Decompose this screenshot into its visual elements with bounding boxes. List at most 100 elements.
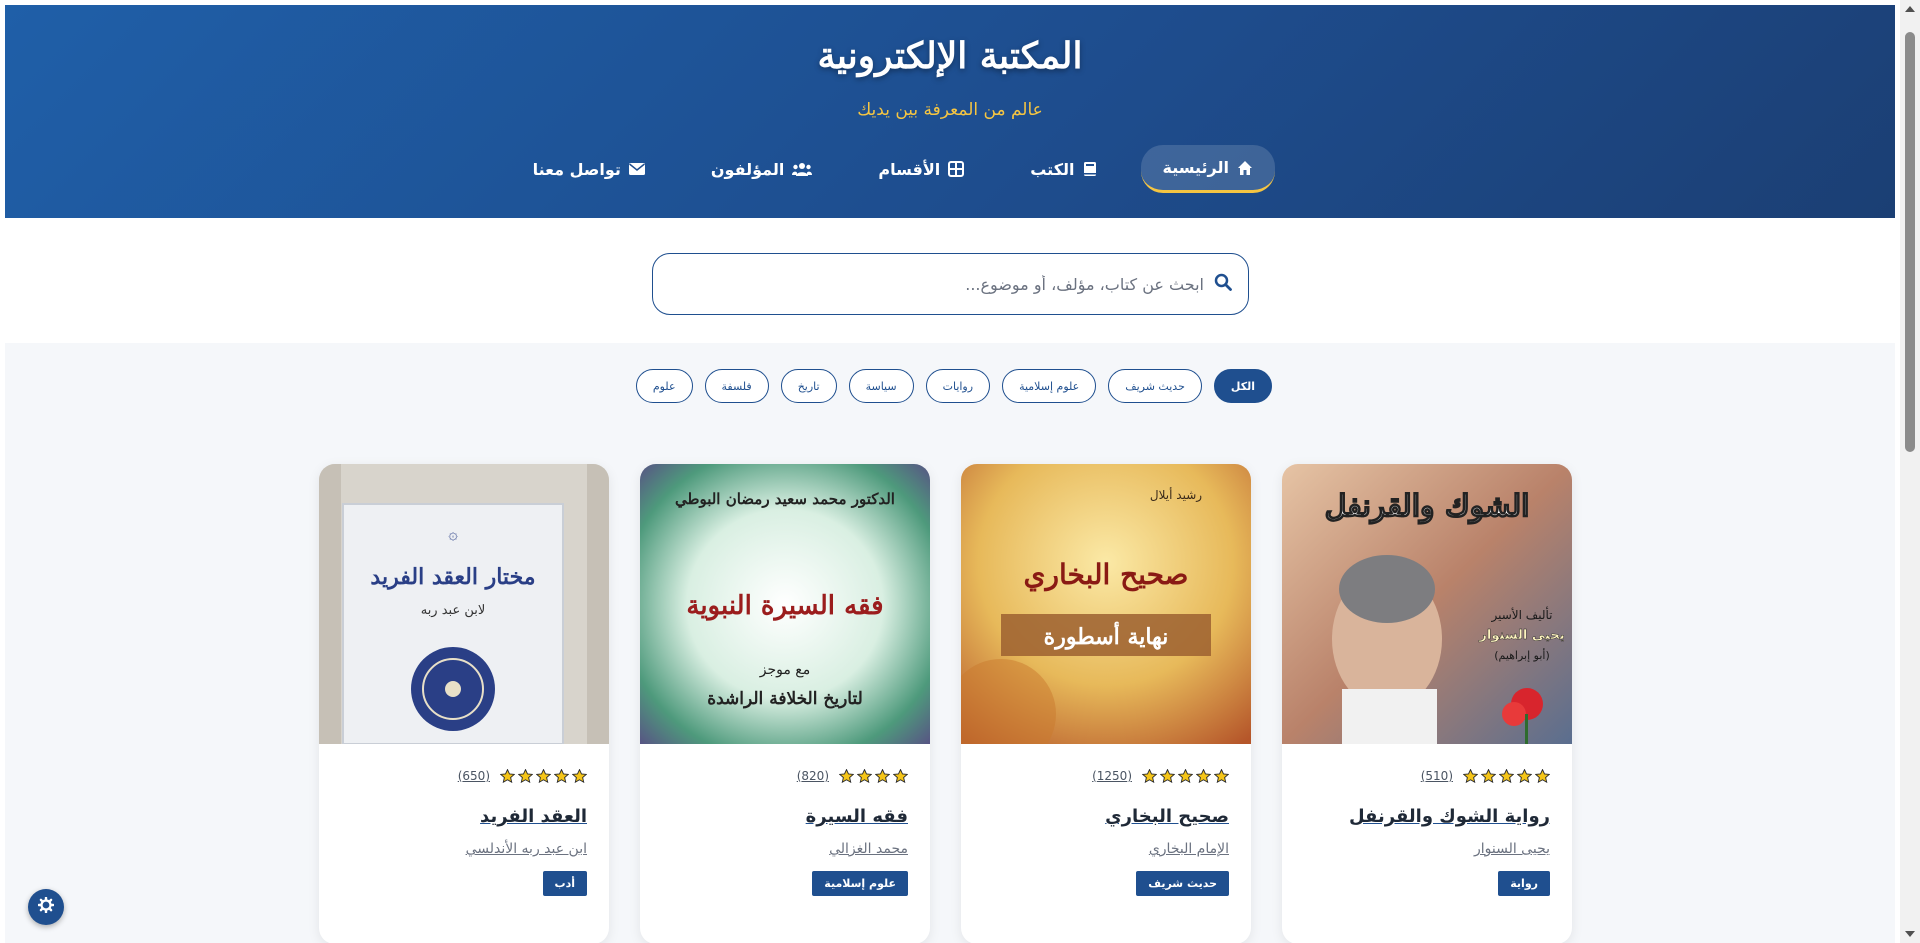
filter-chip-hadith[interactable]: حديث شريف <box>1108 369 1202 403</box>
book-card-body: (650) العقد الفريد ابن عبد ربه الأندلسي … <box>319 744 609 896</box>
book-author[interactable]: محمد الغزالي <box>662 841 908 857</box>
category-tag[interactable]: علوم إسلامية <box>812 871 908 896</box>
star-icon <box>1142 769 1157 783</box>
users-icon <box>792 162 813 176</box>
cover-line2: نهاية أسطورة <box>1044 621 1169 650</box>
book-cover[interactable]: رشيد أيلال صحيح البخاري نهاية أسطورة <box>961 464 1251 744</box>
book-cover[interactable]: الشوك والقرنفل تأليف الأسير يحيى السنوار… <box>1282 464 1572 744</box>
star-icon <box>554 769 569 783</box>
book-card[interactable]: الشوك والقرنفل تأليف الأسير يحيى السنوار… <box>1282 464 1572 943</box>
cover-heading: فقه السيرة النبوية <box>686 591 883 621</box>
nav-label-books: الكتب <box>1030 159 1075 179</box>
category-filters: الكل حديث شريف علوم إسلامية روايات سياسة… <box>635 369 1272 403</box>
star-icon <box>893 769 908 783</box>
home-icon <box>1237 160 1253 176</box>
book-card[interactable]: ۞ مختار العقد الفريد لابن عبد ربه (650) … <box>319 464 609 943</box>
rating: (1250) <box>983 766 1229 786</box>
search-input[interactable] <box>669 274 1214 294</box>
book-grid: الشوك والقرنفل تأليف الأسير يحيى السنوار… <box>319 464 1572 943</box>
filter-chip-novels[interactable]: روايات <box>925 369 991 403</box>
filter-chip-islamic-sciences[interactable]: علوم إسلامية <box>1002 369 1097 403</box>
cover-line2: يحيى السنوار <box>1478 628 1564 643</box>
star-rating <box>500 769 587 783</box>
cover-heading: الشوك والقرنفل <box>1325 489 1530 524</box>
nav-label-authors: المؤلفون <box>710 159 785 179</box>
main-nav: الرئيسية الكتب الأقسام المؤلفون تواصل مع… <box>511 145 1275 193</box>
star-icon <box>500 769 515 783</box>
vertical-scrollbar[interactable] <box>1900 0 1920 943</box>
category-tag[interactable]: رواية <box>1498 871 1550 896</box>
cover-line3: لتاريخ الخلافة الراشدة <box>707 689 863 709</box>
settings-button[interactable] <box>28 889 64 925</box>
book-title[interactable]: فقه السيرة <box>662 806 908 827</box>
book-author[interactable]: ابن عبد ربه الأندلسي <box>341 841 587 857</box>
nav-label-home: الرئيسية <box>1162 158 1230 177</box>
scroll-down-arrow[interactable] <box>1905 931 1915 937</box>
nav-item-home[interactable]: الرئيسية <box>1140 145 1275 193</box>
book-card-body: (820) فقه السيرة محمد الغزالي علوم إسلام… <box>640 744 930 896</box>
scroll-thumb[interactable] <box>1905 32 1915 452</box>
cover-heading: صحيح البخاري <box>1024 558 1189 592</box>
svg-text:۞: ۞ <box>448 524 458 543</box>
filter-chip-philosophy[interactable]: فلسفة <box>704 369 769 403</box>
nav-label-categories: الأقسام <box>878 159 941 179</box>
book-author[interactable]: يحيى السنوار <box>1304 841 1550 857</box>
category-tag[interactable]: أدب <box>542 871 587 896</box>
cover-line2: مع موجز <box>759 662 811 678</box>
star-icon <box>1463 769 1478 783</box>
rating-count[interactable]: (820) <box>797 769 829 783</box>
star-rating <box>839 769 908 783</box>
rating-count[interactable]: (1250) <box>1092 769 1132 783</box>
filter-chip-sciences[interactable]: علوم <box>635 369 693 403</box>
nav-item-categories[interactable]: الأقسام <box>856 145 986 193</box>
star-icon <box>1214 769 1229 783</box>
book-cover[interactable]: ۞ مختار العقد الفريد لابن عبد ربه <box>319 464 609 744</box>
page-frame: المكتبة الإلكترونية عالم من المعرفة بين … <box>5 5 1895 943</box>
cover-line1: لابن عبد ربه <box>421 603 486 618</box>
book-card[interactable]: الدكتور محمد سعيد رمضان البوطي فقه السير… <box>640 464 930 943</box>
nav-item-authors[interactable]: المؤلفون <box>689 145 834 193</box>
filter-chip-history[interactable]: تاريخ <box>780 369 837 403</box>
scroll-up-arrow[interactable] <box>1905 6 1915 12</box>
nav-item-books[interactable]: الكتب <box>1008 145 1118 193</box>
filter-chip-politics[interactable]: سياسة <box>848 369 914 403</box>
rating: (510) <box>1304 766 1550 786</box>
site-header: المكتبة الإلكترونية عالم من المعرفة بين … <box>5 5 1895 218</box>
category-tag[interactable]: حديث شريف <box>1136 871 1229 896</box>
star-icon <box>839 769 854 783</box>
star-icon <box>1535 769 1550 783</box>
cover-heading: مختار العقد الفريد <box>370 564 535 590</box>
search-icon[interactable] <box>1214 273 1232 295</box>
book-author[interactable]: الإمام البخاري <box>983 841 1229 857</box>
book-title[interactable]: صحيح البخاري <box>983 806 1229 827</box>
book-title[interactable]: رواية الشوك والقرنفل <box>1304 806 1550 827</box>
cover-line1: تأليف الأسير <box>1491 606 1553 623</box>
rating: (820) <box>662 766 908 786</box>
star-icon <box>572 769 587 783</box>
book-cover[interactable]: الدكتور محمد سعيد رمضان البوطي فقه السير… <box>640 464 930 744</box>
rating-count[interactable]: (510) <box>1421 769 1453 783</box>
star-icon <box>1196 769 1211 783</box>
star-icon <box>518 769 533 783</box>
star-icon <box>1499 769 1514 783</box>
star-icon <box>1160 769 1175 783</box>
star-icon <box>536 769 551 783</box>
book-card[interactable]: رشيد أيلال صحيح البخاري نهاية أسطورة (12… <box>961 464 1251 943</box>
cover-line3: (أبو إبراهيم) <box>1494 648 1550 662</box>
filter-chip-all[interactable]: الكل <box>1213 369 1272 403</box>
book-title[interactable]: العقد الفريد <box>341 806 587 827</box>
book-card-body: (1250) صحيح البخاري الإمام البخاري حديث … <box>961 744 1251 896</box>
star-rating <box>1142 769 1229 783</box>
search-section <box>5 218 1895 343</box>
envelope-icon <box>628 163 645 175</box>
star-icon <box>1517 769 1532 783</box>
rating-count[interactable]: (650) <box>458 769 490 783</box>
site-title: المكتبة الإلكترونية <box>817 35 1083 77</box>
search-box <box>652 253 1249 315</box>
star-icon <box>857 769 872 783</box>
cover-line1: الدكتور محمد سعيد رمضان البوطي <box>675 490 895 509</box>
rating: (650) <box>341 766 587 786</box>
gear-icon <box>37 896 55 917</box>
site-tagline: عالم من المعرفة بين يديك <box>857 100 1043 120</box>
nav-item-contact[interactable]: تواصل معنا <box>511 145 667 193</box>
